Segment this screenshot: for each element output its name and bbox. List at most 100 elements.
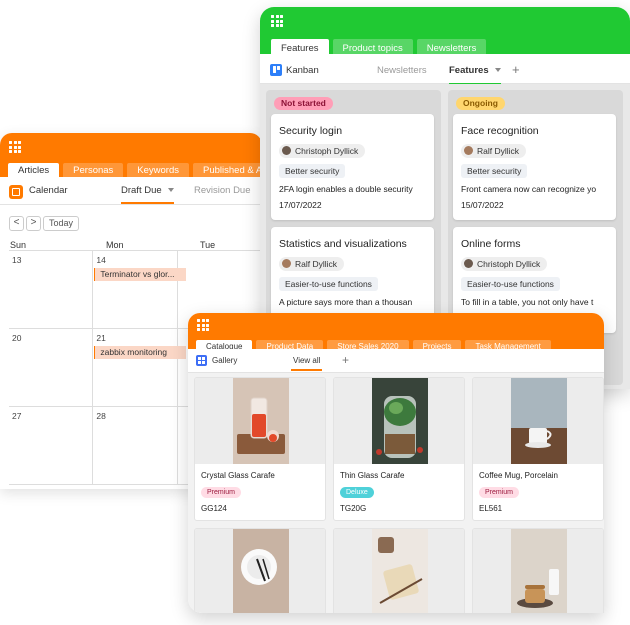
day-number: 20 — [12, 333, 22, 343]
tab-keywords[interactable]: Keywords — [127, 163, 190, 177]
product-sku: GG124 — [201, 504, 227, 513]
kanban-icon — [270, 64, 282, 76]
card-title: Security login — [279, 125, 343, 137]
card-description: 2FA login enables a double security — [279, 184, 413, 194]
kanban-card[interactable]: Face recognition Ralf Dyllick Better sec… — [453, 114, 616, 220]
owner-name: Ralf Dyllick — [295, 259, 338, 269]
pancakes-photo — [511, 529, 567, 613]
avatar — [464, 259, 473, 268]
gallery-card[interactable]: Coffee Mug, Porcelain Premium EL561 — [472, 377, 604, 521]
avatar — [282, 146, 291, 155]
day-cell[interactable]: 21 zabbix monitoring — [93, 329, 187, 406]
weekday-label: Sun — [10, 240, 27, 250]
tab-published[interactable]: Published & A — [193, 163, 262, 177]
next-button[interactable]: > — [26, 216, 41, 231]
day-cell[interactable]: 27 — [9, 407, 94, 484]
tab-personas[interactable]: Personas — [63, 163, 124, 177]
view-name[interactable]: Gallery — [212, 356, 237, 365]
calendar-event[interactable]: zabbix monitoring — [94, 346, 187, 359]
owner-name: Christoph Dyllick — [477, 259, 541, 269]
gallery-card[interactable]: Thin Glass Carafe Deluxe TG20G — [333, 377, 465, 521]
tab-product-topics[interactable]: Product topics — [332, 39, 413, 55]
card-description: To fill in a table, you not only have t — [461, 297, 594, 307]
day-cell[interactable]: 20 — [9, 329, 94, 406]
owner-name: Ralf Dyllick — [477, 146, 520, 156]
gallery-window: Catalogue Product Data Store Sales 2020 … — [188, 313, 604, 613]
category-badge: Premium — [201, 487, 242, 498]
day-number: 21 — [96, 333, 106, 343]
add-view-button[interactable]: + — [342, 353, 349, 367]
chevron-down-icon[interactable] — [494, 68, 501, 73]
calendar-icon — [9, 185, 23, 199]
apps-grid-icon[interactable] — [271, 15, 283, 27]
view-name[interactable]: Kanban — [286, 65, 319, 76]
tag-chip: Better security — [461, 164, 528, 178]
day-cell[interactable]: 28 — [93, 407, 178, 484]
today-button[interactable]: Today — [43, 216, 80, 231]
gallery-card[interactable] — [333, 528, 465, 613]
add-view-button[interactable]: + — [512, 62, 520, 77]
gallery-card[interactable] — [472, 528, 604, 613]
tab-features[interactable]: Features — [271, 39, 329, 55]
view-tab-features[interactable]: Features — [449, 65, 501, 85]
owner-chip: Christoph Dyllick — [461, 257, 548, 271]
tag-chip: Better security — [279, 164, 346, 178]
owner-name: Christoph Dyllick — [295, 146, 359, 156]
avatar — [464, 146, 473, 155]
mug-photo — [511, 378, 567, 464]
prev-button[interactable]: < — [9, 216, 24, 231]
owner-chip: Christoph Dyllick — [279, 144, 366, 158]
weekday-label: Tue — [200, 240, 216, 250]
product-image — [195, 529, 325, 613]
product-name: Thin Glass Carafe — [340, 471, 405, 480]
day-number: 28 — [96, 411, 106, 421]
card-title: Statistics and visualizations — [279, 238, 407, 250]
tab-articles[interactable]: Articles — [8, 163, 60, 177]
carafe-photo — [233, 378, 289, 464]
apps-grid-icon[interactable] — [9, 141, 21, 153]
day-number: 27 — [12, 411, 22, 421]
card-date: 15/07/2022 — [461, 200, 504, 210]
card-title: Online forms — [461, 238, 521, 250]
gallery-header-bar: Catalogue Product Data Store Sales 2020 … — [188, 313, 604, 353]
product-sku: TG20G — [340, 504, 367, 513]
calendar-event[interactable]: Terminator vs glor... — [94, 268, 187, 281]
day-cell[interactable]: 14 Terminator vs glor... — [93, 251, 187, 328]
card-title: Face recognition — [461, 125, 539, 137]
plate-photo — [233, 529, 289, 613]
tab-newsletters[interactable]: Newsletters — [416, 39, 487, 55]
product-image — [195, 378, 325, 464]
kanban-header-bar: Features Product topics Newsletters — [260, 7, 630, 55]
status-badge: Not started — [274, 97, 333, 110]
product-image — [473, 378, 603, 464]
cup-and-board-photo — [372, 529, 428, 613]
apps-grid-icon[interactable] — [197, 319, 209, 331]
gallery-card[interactable]: Crystal Glass Carafe Premium GG124 — [194, 377, 326, 521]
kanban-card[interactable]: Security login Christoph Dyllick Better … — [271, 114, 434, 220]
category-badge: Premium — [479, 487, 520, 498]
card-date: 17/07/2022 — [279, 200, 322, 210]
owner-chip: Ralf Dyllick — [279, 257, 345, 271]
chevron-down-icon[interactable] — [167, 188, 174, 193]
view-name[interactable]: Calendar — [29, 185, 68, 196]
weekday-label: Mon — [106, 240, 124, 250]
tag-chip: Easier-to-use functions — [461, 277, 560, 291]
view-tab-draft-due[interactable]: Draft Due — [121, 185, 174, 204]
product-name: Crystal Glass Carafe — [201, 471, 275, 480]
tag-chip: Easier-to-use functions — [279, 277, 378, 291]
gallery-card[interactable] — [194, 528, 326, 613]
category-badge: Deluxe — [340, 487, 374, 498]
product-image — [334, 529, 464, 613]
table-tabs: Features Product topics Newsletters — [271, 39, 487, 55]
view-tab-label: Draft Due — [121, 185, 162, 196]
owner-chip: Ralf Dyllick — [461, 144, 527, 158]
view-bar: Calendar Draft Due Revision Due — [0, 177, 262, 205]
day-cell[interactable]: 13 — [9, 251, 94, 328]
view-tab-revision-due[interactable]: Revision Due — [194, 185, 251, 196]
product-image — [334, 378, 464, 464]
gallery-icon — [196, 355, 207, 366]
card-description: Front camera now can recognize yo — [461, 184, 597, 194]
view-tab-view-all[interactable]: View all — [290, 356, 323, 371]
view-bar: Gallery View all + — [188, 349, 604, 373]
view-tab-newsletters[interactable]: Newsletters — [377, 65, 427, 76]
